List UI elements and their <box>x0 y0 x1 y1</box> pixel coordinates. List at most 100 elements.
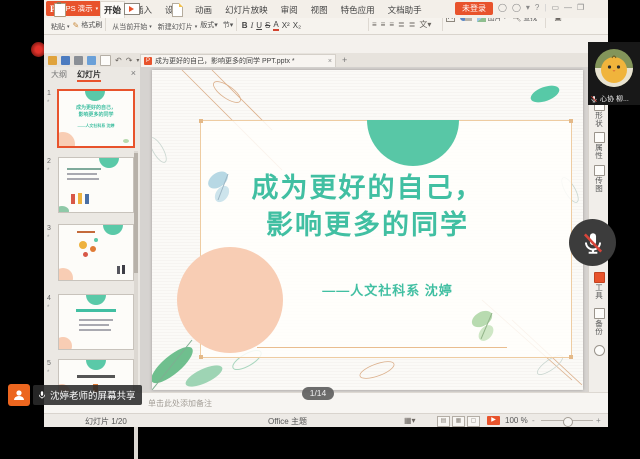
subscript-button[interactable]: X₂ <box>293 21 301 30</box>
animation-indicator-icon: * <box>47 168 49 174</box>
panel-item-help[interactable] <box>591 345 607 356</box>
speaker-mic-icon <box>37 390 47 400</box>
tab-outline[interactable]: 大纲 <box>51 69 67 80</box>
mic-muted-icon <box>590 95 598 103</box>
participant-name: 心协 柳... <box>600 94 629 104</box>
redo-icon[interactable]: ↷ <box>126 56 133 65</box>
panel-item-upload-image[interactable]: 传图 <box>591 165 607 193</box>
tab-view[interactable]: 视图 <box>308 2 331 18</box>
theme-icon[interactable]: ◯ <box>498 3 507 12</box>
presenter-icon[interactable] <box>8 384 30 406</box>
microphone-muted-button[interactable] <box>569 219 616 266</box>
tab-review[interactable]: 审阅 <box>278 2 301 18</box>
image-icon <box>594 165 605 176</box>
notify-icon[interactable]: ▾ <box>526 3 530 12</box>
document-tab[interactable]: P 成为更好的自己，影响更多的同学 PPT.pptx * × <box>140 54 336 67</box>
slide-thumbnail-3[interactable] <box>58 224 134 281</box>
distribute-button[interactable]: ≣ <box>409 20 416 29</box>
align-center-button[interactable]: ≡ <box>381 20 386 29</box>
slide-subtitle[interactable]: ——人文社科系 沈婷 <box>192 280 543 299</box>
panel-item-properties[interactable]: 属性 <box>591 132 607 160</box>
format-painter-button[interactable]: ✎格式刷 <box>73 20 103 30</box>
sorter-view-button[interactable]: ▦ <box>452 416 465 427</box>
font-color-button[interactable]: A <box>273 20 278 31</box>
normal-view-button[interactable]: ▤ <box>437 416 450 427</box>
underline-button[interactable]: U <box>256 21 262 30</box>
section-button[interactable]: 节▾ <box>223 20 234 30</box>
help-icon[interactable]: ? <box>535 3 539 12</box>
peach-circle-shape <box>177 247 283 353</box>
bold-button[interactable]: B <box>242 21 248 30</box>
layout-button[interactable]: 版式▾ <box>200 20 218 30</box>
export-icon[interactable] <box>100 55 111 66</box>
reading-view-button[interactable]: ▢ <box>467 416 480 427</box>
participant-video-tile[interactable]: 心协 柳... <box>588 42 640 105</box>
screen-share-caption: 沈婷老师的屏幕共享 <box>33 385 142 405</box>
wps-window: P WPS 演示 ▾ 开始 插入 设计 动画 幻灯片放映 审阅 视图 特色应用 … <box>44 0 608 426</box>
slide-page-badge: 1/14 <box>302 387 334 400</box>
new-slide-icon <box>172 3 183 17</box>
close-panel-icon[interactable]: × <box>131 68 136 78</box>
ppt-file-icon: P <box>144 57 152 65</box>
butterfly-green-icon <box>466 306 506 348</box>
theme-name: Office 主题 <box>268 416 307 427</box>
slide-thumbnail-1[interactable]: 成为更好的自己，影响更多的同学 ——人文社科系 沈婷 <box>57 89 135 148</box>
new-tab-button[interactable]: + <box>342 55 347 65</box>
animation-indicator-icon: * <box>47 305 49 311</box>
panel-item-tools[interactable]: 工具 <box>591 272 607 300</box>
login-button[interactable]: 未登录 <box>455 2 493 15</box>
slide-number: 1 <box>47 90 51 97</box>
panel-item-backup[interactable]: 备份 <box>591 308 607 336</box>
grid-settings-icon[interactable]: ▦▾ <box>404 416 416 425</box>
text-direction-button[interactable]: 文▾ <box>419 19 431 30</box>
menu-tab-bar: 开始 插入 设计 动画 幻灯片放映 审阅 视图 特色应用 文档助手 <box>100 0 425 18</box>
slide-canvas[interactable]: 成为更好的自己， 影响更多的同学 ——人文社科系 沈婷 <box>152 70 583 390</box>
superscript-button[interactable]: X² <box>282 21 290 30</box>
tab-slides[interactable]: 幻灯片 <box>77 69 101 82</box>
slide-number: 2 <box>47 158 51 165</box>
slide-counter: 幻灯片 1/20 <box>85 416 127 427</box>
minimize-icon[interactable]: — <box>564 3 572 12</box>
slide-thumbnail-2[interactable] <box>58 157 134 213</box>
print-icon[interactable] <box>74 56 83 65</box>
ribbon-toggle-icon[interactable]: ▭ <box>551 3 559 12</box>
play-from-current-icon <box>124 3 140 15</box>
animation-indicator-icon: * <box>47 370 49 376</box>
quick-access-toolbar: ↶ ↷ ▾ <box>48 55 139 66</box>
slideshow-play-button[interactable]: ▶ <box>487 416 500 425</box>
zoom-slider-knob[interactable] <box>563 417 573 427</box>
divider: | <box>544 3 546 12</box>
menu-icon[interactable] <box>48 56 57 65</box>
save-icon[interactable] <box>61 56 70 65</box>
toolbox-icon <box>594 272 605 283</box>
italic-button[interactable]: I <box>251 21 254 30</box>
slide-thumbnail-4[interactable] <box>58 294 134 350</box>
zoom-in-button[interactable]: + <box>596 416 601 425</box>
chevron-down-icon[interactable]: ▾ <box>136 57 139 64</box>
tab-animation[interactable]: 动画 <box>192 2 215 18</box>
justify-button[interactable]: ≣ <box>398 20 405 29</box>
preview-icon[interactable] <box>87 56 96 65</box>
zoom-out-button[interactable]: - <box>532 416 535 425</box>
tab-home[interactable]: 开始 <box>100 1 125 18</box>
titlebar-icons: ◯ ◯ ▾ ? | ▭ — ❐ <box>498 3 584 12</box>
zoom-level: 100 % <box>505 416 528 425</box>
document-tab-bar: ↶ ↷ ▾ P 成为更好的自己，影响更多的同学 PPT.pptx * × + <box>44 53 608 68</box>
chevron-down-icon: ▾ <box>96 6 99 12</box>
slide-number: 3 <box>47 225 51 232</box>
tab-doc-assistant[interactable]: 文档助手 <box>385 2 425 18</box>
align-right-button[interactable]: ≡ <box>389 20 394 29</box>
properties-icon <box>594 132 605 143</box>
divider-line <box>257 347 507 348</box>
align-left-button[interactable]: ≡ <box>372 20 377 29</box>
close-tab-icon[interactable]: × <box>328 58 332 65</box>
message-icon[interactable]: ◯ <box>512 3 521 12</box>
slide-number: 4 <box>47 295 51 302</box>
strikethrough-button[interactable]: S <box>265 21 270 30</box>
slide-title[interactable]: 成为更好的自己， 影响更多的同学 <box>192 170 543 244</box>
tab-slideshow[interactable]: 幻灯片放映 <box>222 2 271 18</box>
help-circle-icon <box>594 345 605 356</box>
tab-special-features[interactable]: 特色应用 <box>338 2 378 18</box>
restore-icon[interactable]: ❐ <box>577 3 584 12</box>
undo-icon[interactable]: ↶ <box>115 56 122 65</box>
